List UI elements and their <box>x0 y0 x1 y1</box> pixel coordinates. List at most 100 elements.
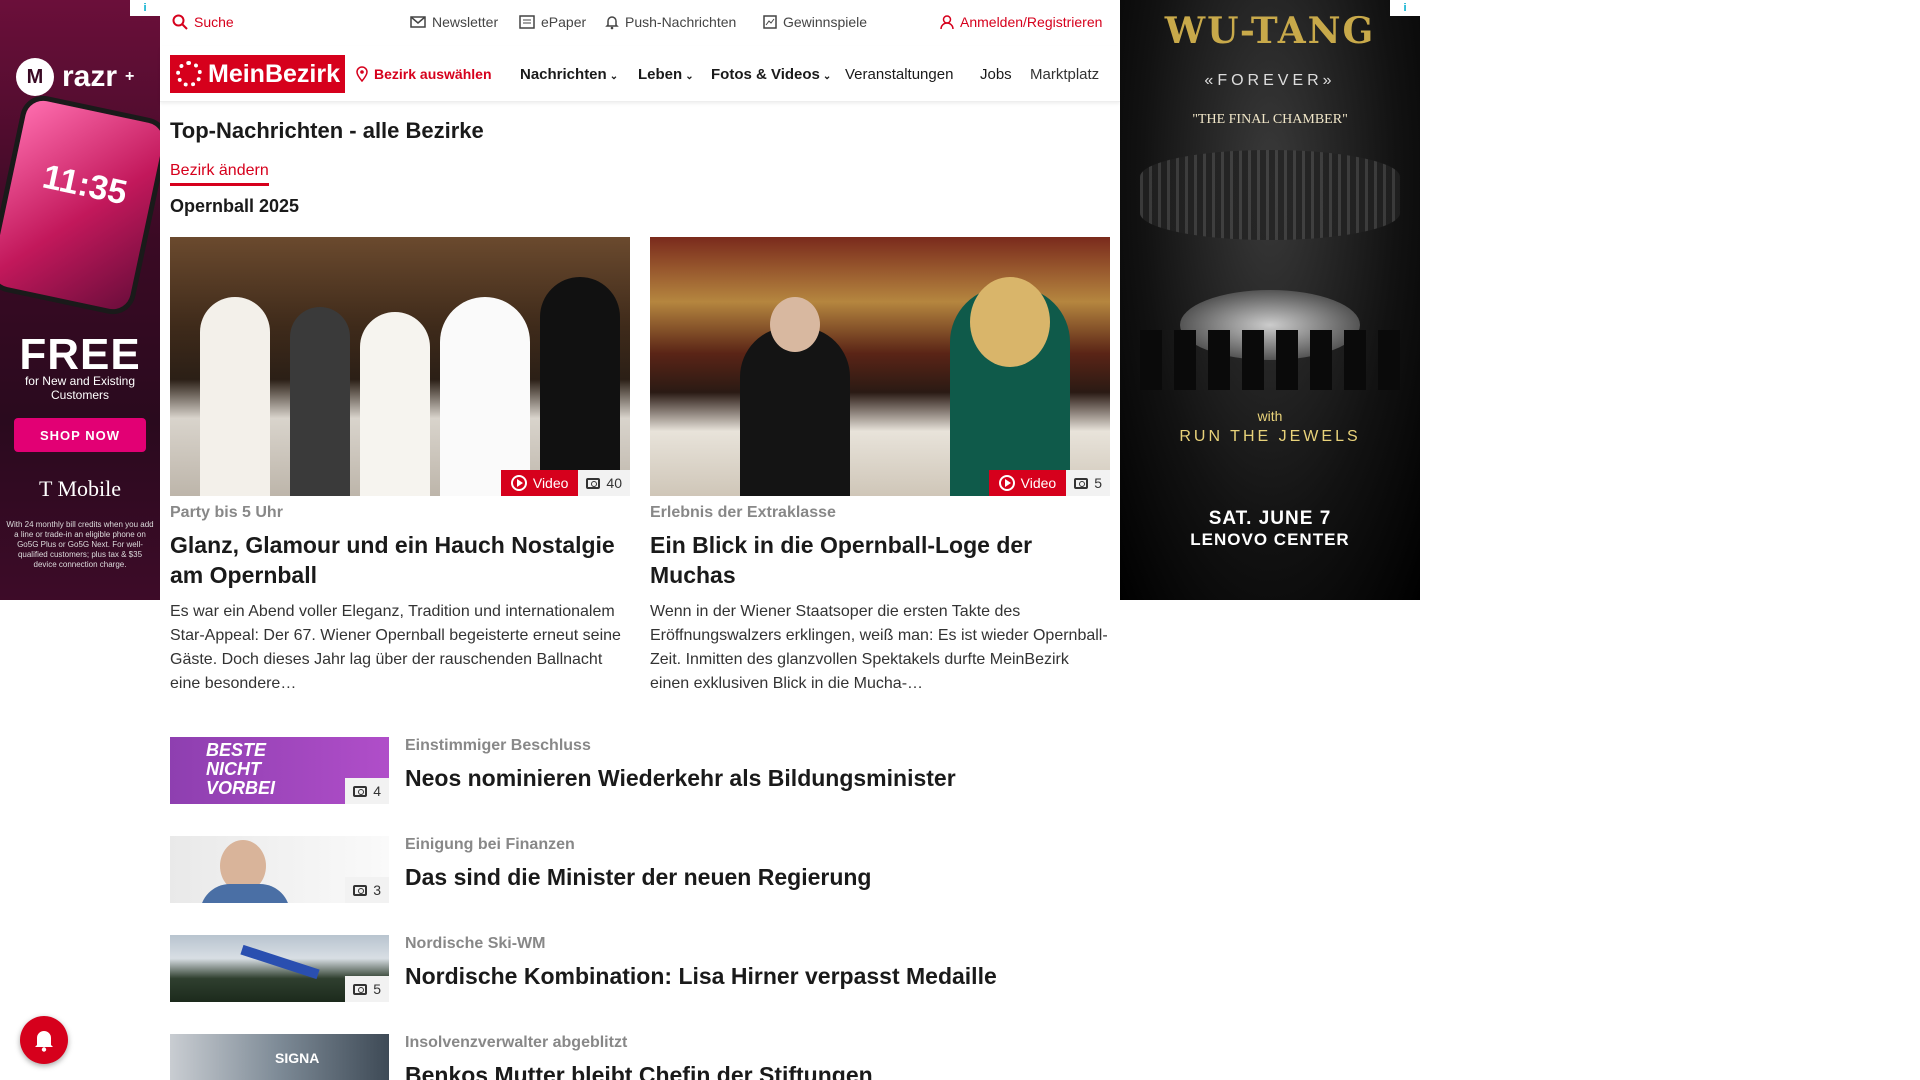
media-badges: Video 40 <box>500 470 630 496</box>
page-title: Top-Nachrichten - alle Bezirke <box>170 118 484 143</box>
video-label: Video <box>1020 475 1057 491</box>
right-ad-banner[interactable]: i WU-TANG «FOREVER» "THE FINAL CHAMBER" … <box>1120 0 1420 600</box>
ad-with-label: with <box>1257 408 1283 424</box>
nav-item-fotos-videos[interactable]: Fotos & Videos ⌄ <box>711 66 831 83</box>
ad-brand-plus: + <box>125 68 135 85</box>
bell-icon <box>35 1031 53 1052</box>
photo-icon <box>353 884 368 896</box>
ad-subheadline: for New and Existing Customers <box>24 374 136 402</box>
article-headline[interactable]: Glanz, Glamour und ein Hauch Nostalgie a… <box>170 530 630 590</box>
article-thumbnail[interactable]: BESTE NICHT VORBEI 4 <box>170 737 389 804</box>
nav-item-jobs[interactable]: Jobs <box>980 66 1012 83</box>
nav-item-nachrichten[interactable]: Nachrichten ⌄ <box>520 66 618 83</box>
adchoices-icon[interactable]: i <box>130 0 160 16</box>
district-select[interactable]: Bezirk auswählen <box>356 66 492 82</box>
article-headline[interactable]: Neos nominieren Wiederkehr als Bildungsm… <box>405 765 956 792</box>
video-badge[interactable]: Video <box>988 470 1067 496</box>
login-label: Anmelden/Registrieren <box>960 14 1103 30</box>
article-headline[interactable]: Nordische Kombination: Lisa Hirner verpa… <box>405 963 997 990</box>
photo-count-badge: 4 <box>345 778 389 804</box>
list-item[interactable]: BESTE NICHT VORBEI 4 Einstimmiger Beschl… <box>170 737 1110 807</box>
bell-icon <box>605 16 619 30</box>
article-headline[interactable]: Das sind die Minister der neuen Regierun… <box>405 864 871 891</box>
nav-label: Leben <box>638 66 683 83</box>
article-kicker: Erlebnis der Extraklasse <box>650 504 836 521</box>
ad-subtitle: "THE FINAL CHAMBER" <box>1192 112 1348 127</box>
nav-item-veranstaltungen[interactable]: Veranstaltungen <box>845 66 953 83</box>
logo-flower-icon <box>176 61 202 87</box>
play-icon <box>998 475 1015 491</box>
logo-text: MeinBezirk <box>208 59 340 88</box>
nav-item-leben[interactable]: Leben ⌄ <box>638 66 694 83</box>
play-icon <box>510 475 527 491</box>
left-ad-banner[interactable]: i M razr + 11:35 FREE for New and Existin… <box>0 0 160 600</box>
article-kicker: Insolvenzverwalter abgeblitzt <box>405 1034 628 1051</box>
chevron-down-icon: ⌄ <box>685 71 694 82</box>
login-link[interactable]: Anmelden/Registrieren <box>940 14 1102 30</box>
ad-phone-time: 11:35 <box>39 157 131 213</box>
ad-advertiser-logo: T Mobile <box>38 476 122 501</box>
article-image[interactable]: Video 5 <box>650 237 1110 496</box>
article-image[interactable]: Video 40 <box>170 237 630 496</box>
thumb-text: BESTE NICHT VORBEI <box>206 740 276 798</box>
change-district-link[interactable]: Bezirk ändern <box>170 162 269 186</box>
newsletter-link[interactable]: Newsletter <box>410 14 498 30</box>
photo-icon <box>586 477 601 489</box>
search-icon <box>172 14 188 30</box>
contests-label: Gewinnspiele <box>783 14 868 30</box>
utility-bar: Suche Newsletter ePaper Push-Nachrichten… <box>160 0 1120 46</box>
photo-count-badge: 3 <box>345 877 389 903</box>
dress-shape <box>200 297 270 496</box>
photo-count: 4 <box>373 783 381 799</box>
contests-link[interactable]: Gewinnspiele <box>763 14 867 30</box>
article-card[interactable]: Video 5 Erlebnis der Extraklasse Ein Bli… <box>650 237 1110 696</box>
article-thumbnail[interactable]: 3 <box>170 836 389 903</box>
article-thumbnail[interactable]: 5 <box>170 935 389 1002</box>
chevron-down-icon: ⌄ <box>822 71 832 82</box>
nav-item-marktplatz[interactable]: Marktplatz <box>1030 66 1110 83</box>
article-thumbnail[interactable]: SIGNA <box>170 1034 389 1080</box>
envelope-icon <box>410 16 426 28</box>
list-item[interactable]: SIGNA Insolvenzverwalter abgeblitzt Benk… <box>170 1034 1110 1080</box>
face-shape <box>770 297 820 352</box>
list-item[interactable]: 5 Nordische Ski-WM Nordische Kombination… <box>170 935 1110 1005</box>
article-headline[interactable]: Ein Blick in die Opernball-Loge der Much… <box>650 530 1110 590</box>
search-label: Suche <box>194 14 234 30</box>
dress-shape <box>440 297 530 496</box>
section-title: Opernball 2025 <box>170 196 300 216</box>
article-headline[interactable]: Benkos Mutter bleibt Chefin der Stiftung… <box>405 1062 873 1080</box>
district-label: Bezirk auswählen <box>374 66 492 82</box>
ad-phone-image: 11:35 <box>0 97 160 313</box>
list-item[interactable]: 3 Einigung bei Finanzen Das sind die Min… <box>170 836 1110 906</box>
tuxedo-shape <box>740 327 850 496</box>
newspaper-icon <box>519 15 535 29</box>
article-kicker: Party bis 5 Uhr <box>170 504 283 521</box>
article-kicker: Einigung bei Finanzen <box>405 836 575 853</box>
nav-label: Nachrichten <box>520 66 607 83</box>
dress-shape <box>360 312 430 496</box>
article-kicker: Nordische Ski-WM <box>405 935 546 952</box>
site-logo[interactable]: MeinBezirk <box>170 55 345 93</box>
article-card[interactable]: Video 40 Party bis 5 Uhr Glanz, Glamour … <box>170 237 630 696</box>
video-label: Video <box>532 475 569 491</box>
ad-shop-now-button[interactable]: SHOP NOW <box>14 418 146 452</box>
ad-forever-label: «FOREVER» <box>1204 72 1336 89</box>
main-navigation: MeinBezirk Bezirk auswählen Nachrichten ⌄… <box>160 46 1120 102</box>
photo-count: 40 <box>606 475 622 491</box>
photo-count: 5 <box>1094 475 1102 491</box>
hair-shape <box>970 277 1050 367</box>
photo-icon <box>353 983 368 995</box>
push-notifications-link[interactable]: Push-Nachrichten <box>605 14 736 30</box>
ad-brand-name: razr <box>62 60 118 93</box>
search-link[interactable]: Suche <box>172 14 234 30</box>
ski-jumper-shape <box>240 944 320 980</box>
video-badge[interactable]: Video <box>500 470 579 496</box>
gift-icon <box>763 15 777 29</box>
chevron-down-icon: ⌄ <box>609 71 619 82</box>
ad-support-act: RUN THE JEWELS <box>1179 428 1361 445</box>
photo-count: 5 <box>373 981 381 997</box>
notification-bell-button[interactable] <box>20 1016 68 1064</box>
nav-label: Fotos & Videos <box>711 66 820 83</box>
ad-world-map-image <box>1140 150 1400 240</box>
epaper-link[interactable]: ePaper <box>519 14 586 30</box>
